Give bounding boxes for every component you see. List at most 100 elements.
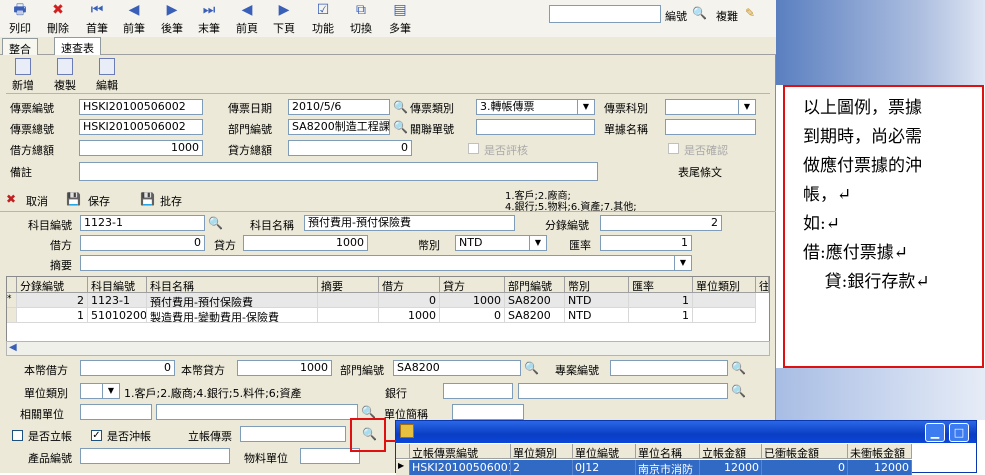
table-cell[interactable]: 1000 <box>379 308 440 323</box>
table-cell[interactable]: 1 <box>629 293 693 308</box>
table-header[interactable]: 立帳傳票編號 <box>410 444 511 459</box>
prev-record-button[interactable]: ◀ 前筆 <box>116 2 152 36</box>
date-lookup-icon[interactable]: 🔍 <box>393 99 409 115</box>
remark-field[interactable] <box>79 162 598 181</box>
table-header[interactable]: 單位編號 <box>573 444 636 459</box>
next-record-button[interactable]: ▶ 後筆 <box>154 2 190 36</box>
table-cell[interactable]: 1000 <box>440 293 505 308</box>
is-open-checkbox[interactable] <box>12 430 23 441</box>
table-cell[interactable]: 0 <box>440 308 505 323</box>
first-record-button[interactable]: ⏮ 首筆 <box>79 2 115 36</box>
table-cell[interactable] <box>318 293 379 308</box>
bank-field[interactable] <box>443 383 513 399</box>
bottom-dept-field[interactable]: SA8200 <box>393 360 521 376</box>
function-button[interactable]: ☑ 功能 <box>305 2 341 36</box>
dept-field[interactable]: SA8200制造工程課 <box>288 119 390 135</box>
open-voucher-field[interactable] <box>240 426 346 442</box>
table-header[interactable]: 分錄編號 <box>17 277 88 293</box>
voucher-date-field[interactable]: 2010/5/6 <box>288 99 390 115</box>
table-header[interactable]: 幣別 <box>565 277 629 293</box>
save-button[interactable]: 保存 <box>88 193 110 209</box>
table-cell[interactable] <box>318 308 379 323</box>
credit-field[interactable]: 1000 <box>243 235 368 251</box>
project-field[interactable] <box>610 360 728 376</box>
print-button[interactable]: 🖶 列印 <box>2 2 38 36</box>
voucher-subject-select[interactable]: ▼ <box>665 99 756 115</box>
table-cell[interactable]: 1123-1 <box>88 293 147 308</box>
table-cell[interactable]: 製造費用-變動費用-保險費 <box>147 308 318 323</box>
debit-total-field[interactable]: 1000 <box>79 140 203 156</box>
credit-total-field[interactable]: 0 <box>288 140 412 156</box>
total-no-field[interactable]: HSKI20100506002 <box>79 119 203 135</box>
related-field[interactable] <box>476 119 595 135</box>
table-header[interactable]: 單位類別 <box>693 277 756 293</box>
prev-page-button[interactable]: ◀ 前頁 <box>229 2 265 36</box>
project-lookup-icon[interactable]: 🔍 <box>731 360 747 376</box>
is-offset-checkbox[interactable]: ✓ <box>91 430 102 441</box>
table-header[interactable]: 科目編號 <box>88 277 147 293</box>
batch-save-button[interactable]: 批存 <box>160 193 182 209</box>
cancel-button[interactable]: 取消 <box>26 193 48 209</box>
review-checkbox[interactable] <box>468 143 479 154</box>
table-header[interactable]: 科目名稱 <box>147 277 318 293</box>
table-cell[interactable]: 2 <box>17 293 88 308</box>
account-no-field[interactable]: 1123-1 <box>80 215 205 231</box>
rate-field[interactable]: 1 <box>600 235 692 251</box>
table-cell[interactable]: 510102005 <box>88 308 147 323</box>
unit-type-select[interactable]: ▼ <box>80 383 120 399</box>
table-header[interactable]: 摘要 <box>318 277 379 293</box>
copy-button[interactable]: 複製 <box>48 58 82 93</box>
next-page-button[interactable]: ▶ 下頁 <box>266 2 302 36</box>
table-header[interactable]: 未衝帳金額 <box>848 444 912 459</box>
table-header[interactable]: 貸方 <box>440 277 505 293</box>
table-cell[interactable]: NTD <box>565 293 629 308</box>
table-cell[interactable] <box>693 293 756 308</box>
currency-select[interactable]: NTD ▼ <box>455 235 547 251</box>
local-credit-field[interactable]: 1000 <box>237 360 332 376</box>
minimize-button[interactable]: ▁ <box>925 423 945 442</box>
voucher-type-select[interactable]: 3.轉帳傳票 ▼ <box>476 99 595 115</box>
tab-quick-lookup[interactable]: 速查表 <box>54 37 101 55</box>
local-debit-field[interactable]: 0 <box>80 360 175 376</box>
copy-icon[interactable]: ✎ <box>745 5 761 21</box>
dept-lookup-icon[interactable]: 🔍 <box>524 360 540 376</box>
debit-field[interactable]: 0 <box>80 235 205 251</box>
doc-name-field[interactable] <box>665 119 756 135</box>
delete-button[interactable]: ✖ 刪除 <box>40 2 76 36</box>
table-header[interactable]: 已衝帳金額 <box>762 444 848 459</box>
table-cell[interactable]: NTD <box>565 308 629 323</box>
product-field[interactable] <box>80 448 230 464</box>
related-unit-field[interactable] <box>80 404 152 420</box>
table-header[interactable]: 往 <box>756 277 769 293</box>
table-cell[interactable]: 1 <box>629 308 693 323</box>
table-header[interactable]: 單位名稱 <box>636 444 700 459</box>
last-record-button[interactable]: ⏭ 末筆 <box>191 2 227 36</box>
table-cell[interactable]: 預付費用-預付保險費 <box>147 293 318 308</box>
table-header[interactable]: 借方 <box>379 277 440 293</box>
scroll-left-icon[interactable]: ◀ <box>9 342 17 353</box>
dept-lookup-icon[interactable]: 🔍 <box>393 119 409 135</box>
new-button[interactable]: 新增 <box>6 58 40 93</box>
search-icon[interactable]: 🔍 <box>692 5 708 21</box>
summary-select[interactable]: ▼ <box>80 255 692 271</box>
bank-lookup-icon[interactable]: 🔍 <box>731 383 747 399</box>
table-cell[interactable]: 0 <box>379 293 440 308</box>
account-name-field[interactable]: 預付費用-預付保險費 <box>304 215 515 231</box>
edit-button[interactable]: 編輯 <box>90 58 124 93</box>
table-header[interactable]: 部門編號 <box>505 277 565 293</box>
horizontal-scrollbar[interactable]: ◀ <box>6 341 770 356</box>
table-header[interactable]: 單位類別 <box>511 444 573 459</box>
table-header[interactable]: 匯率 <box>629 277 693 293</box>
switch-button[interactable]: ⧉ 切換 <box>343 2 379 36</box>
maximize-button[interactable]: □ <box>949 423 969 442</box>
table-header[interactable]: 立帳金額 <box>700 444 762 459</box>
top-search-input[interactable] <box>549 5 661 23</box>
account-lookup-icon[interactable]: 🔍 <box>208 215 224 231</box>
table-cell[interactable] <box>693 308 756 323</box>
table-cell[interactable]: SA8200 <box>505 308 565 323</box>
table-cell[interactable]: 1 <box>17 308 88 323</box>
voucher-no-field[interactable]: HSKI20100506002 <box>79 99 203 115</box>
table-cell[interactable]: SA8200 <box>505 293 565 308</box>
confirm-checkbox[interactable] <box>668 143 679 154</box>
multi-record-button[interactable]: ▤ 多筆 <box>382 2 418 36</box>
